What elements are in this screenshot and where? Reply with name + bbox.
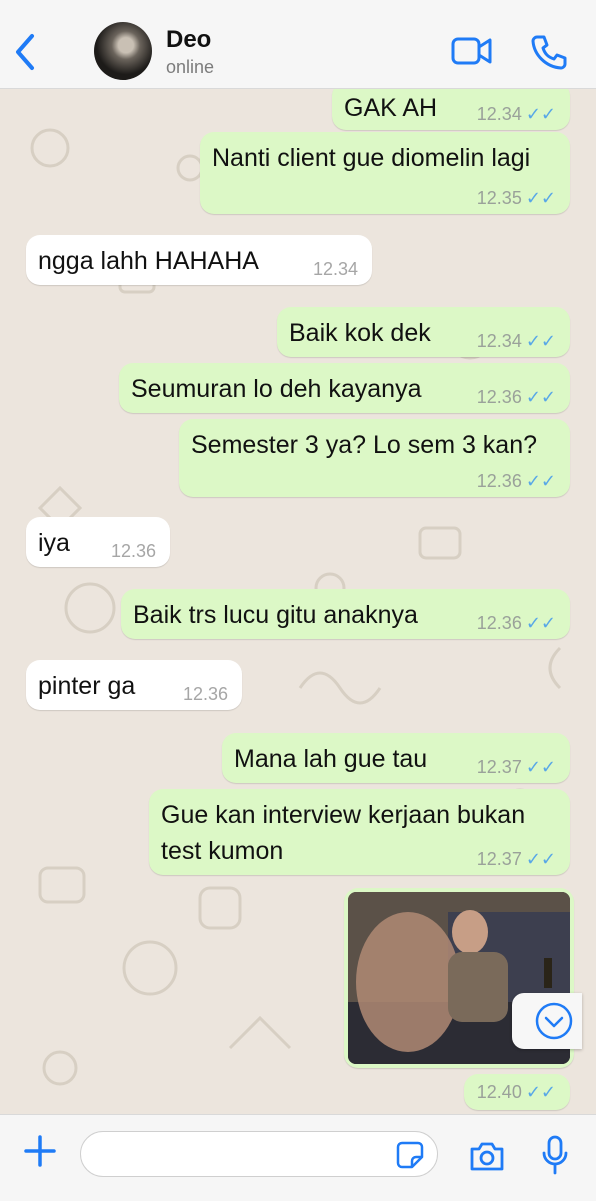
- sticker-icon[interactable]: [396, 1141, 424, 1169]
- message-outgoing[interactable]: Baik trs lucu gitu anaknya 12.36 ✓✓: [121, 589, 570, 639]
- video-call-icon[interactable]: [450, 33, 494, 69]
- plus-icon[interactable]: [22, 1133, 58, 1169]
- message-text: iya: [38, 529, 70, 557]
- phone-icon[interactable]: [530, 33, 568, 71]
- message-outgoing[interactable]: Gue kan interview kerjaan bukan test kum…: [149, 789, 570, 875]
- message-incoming[interactable]: iya 12.36: [26, 517, 170, 567]
- message-time: 12.36: [476, 613, 522, 633]
- double-check-icon: ✓✓: [525, 471, 556, 491]
- message-text: Seumuran lo deh kayanya: [131, 375, 422, 403]
- chat-header: Deo online: [0, 0, 596, 89]
- message-time: 12.36: [182, 684, 228, 704]
- message-time: 12.36: [110, 541, 156, 561]
- message-outgoing[interactable]: Mana lah gue tau 12.37 ✓✓: [222, 733, 570, 783]
- message-incoming[interactable]: pinter ga 12.36: [26, 660, 242, 710]
- double-check-icon: ✓✓: [525, 188, 556, 208]
- chat-area[interactable]: GAK AH 12.34 ✓✓ Nanti client gue diomelin…: [0, 88, 596, 1114]
- contact-status: online: [166, 57, 215, 77]
- message-text: ngga lahh HAHAHA: [38, 247, 259, 275]
- avatar[interactable]: [94, 22, 152, 80]
- message-image-meta: 12.40 ✓✓: [464, 1074, 570, 1110]
- message-text: Baik kok dek: [289, 319, 431, 347]
- contact-name[interactable]: Deo: [166, 26, 211, 54]
- message-time: 12.36: [476, 387, 522, 407]
- double-check-icon: ✓✓: [525, 757, 556, 777]
- microphone-icon[interactable]: [541, 1135, 569, 1177]
- double-check-icon: ✓✓: [525, 387, 556, 407]
- message-text: Baik trs lucu gitu anaknya: [133, 601, 418, 629]
- message-outgoing[interactable]: Nanti client gue diomelin lagi 12.35 ✓✓: [200, 132, 570, 214]
- message-text: Nanti client gue diomelin lagi: [212, 144, 531, 172]
- camera-icon[interactable]: [468, 1139, 506, 1173]
- message-text: Semester 3 ya? Lo sem 3 kan?: [191, 431, 538, 459]
- chevron-left-icon[interactable]: [10, 30, 40, 74]
- message-time: 12.34: [476, 104, 522, 124]
- double-check-icon: ✓✓: [525, 1082, 556, 1102]
- message-outgoing[interactable]: Semester 3 ya? Lo sem 3 kan? 12.36 ✓✓: [179, 419, 570, 497]
- message-outgoing[interactable]: Seumuran lo deh kayanya 12.36 ✓✓: [119, 363, 570, 413]
- message-time: 12.35: [476, 188, 522, 208]
- scroll-to-bottom-button[interactable]: [512, 993, 582, 1049]
- message-time: 12.34: [476, 331, 522, 351]
- message-time: 12.36: [476, 471, 522, 491]
- message-time: 12.40: [476, 1082, 522, 1102]
- message-input[interactable]: [80, 1131, 438, 1177]
- composer-bar: [0, 1114, 596, 1201]
- message-text: Mana lah gue tau: [234, 745, 428, 773]
- double-check-icon: ✓✓: [525, 849, 556, 869]
- message-text: GAK AH: [344, 94, 438, 122]
- double-check-icon: ✓✓: [525, 331, 556, 351]
- message-outgoing[interactable]: Baik kok dek 12.34 ✓✓: [277, 307, 570, 357]
- double-check-icon: ✓✓: [525, 104, 556, 124]
- message-incoming[interactable]: ngga lahh HAHAHA 12.34: [26, 235, 372, 285]
- double-check-icon: ✓✓: [525, 613, 556, 633]
- message-outgoing[interactable]: GAK AH 12.34 ✓✓: [332, 88, 570, 130]
- message-time: 12.37: [476, 849, 522, 869]
- message-time: 12.34: [312, 259, 358, 279]
- message-text: pinter ga: [38, 672, 136, 700]
- message-time: 12.37: [476, 757, 522, 777]
- chevron-down-circle-icon: [535, 1002, 573, 1040]
